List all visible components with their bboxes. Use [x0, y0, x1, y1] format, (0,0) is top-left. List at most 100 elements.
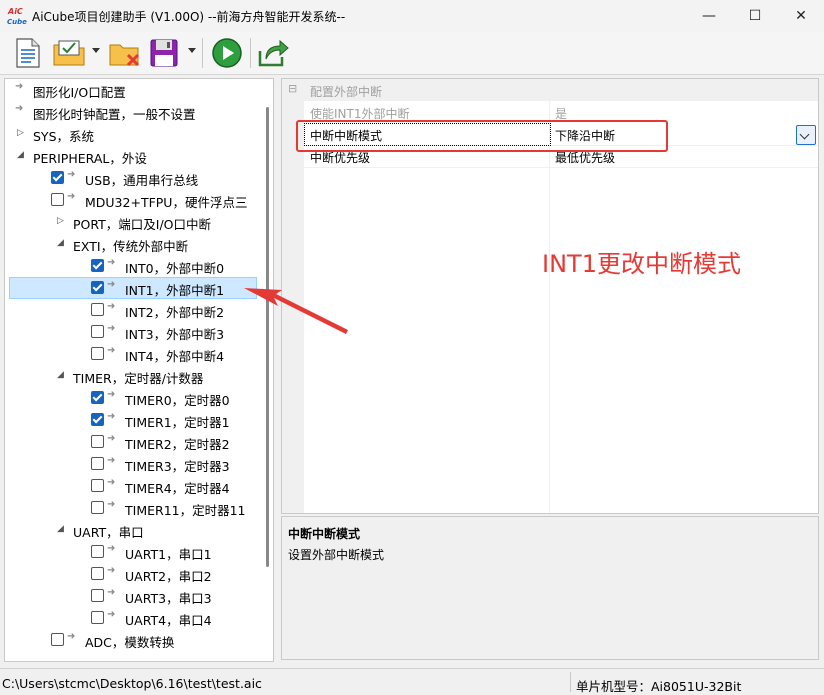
pin-arrow-icon: ➜: [15, 103, 24, 114]
tree-item[interactable]: ◢ TIMER，定时器/计数器: [5, 365, 257, 387]
tree-item[interactable]: ➜ UART1，串口1: [5, 541, 257, 563]
save-disk-icon[interactable]: [148, 37, 180, 69]
toolbar-separator: [202, 38, 203, 68]
property-description: 中断中断模式 设置外部中断模式: [281, 516, 819, 660]
tree-item[interactable]: ◢ UART，串口: [5, 519, 257, 541]
tree-item-label: INT0，外部中断0: [125, 261, 225, 276]
open-config-icon[interactable]: [52, 37, 86, 69]
tree-item[interactable]: ▷ SYS，系统: [5, 123, 257, 145]
tree-item[interactable]: ➜ INT4，外部中断4: [5, 343, 257, 365]
tree-checkbox[interactable]: [91, 391, 104, 404]
tree-checkbox[interactable]: [51, 171, 64, 184]
peripheral-tree[interactable]: ➜ ADC，模数转换 ➜ UART4，串口4 ➜ UART3，串口3 ➜ UART2，串口2 ➜…: [4, 78, 274, 662]
tree-item[interactable]: ➜ INT2，外部中断2: [5, 299, 257, 321]
tree-item-label: INT3，外部中断3: [125, 327, 225, 342]
tree-checkbox[interactable]: [51, 193, 64, 206]
dropdown-chevron-icon[interactable]: [796, 125, 816, 145]
tree-item-label: USB，通用串行总线: [85, 173, 199, 188]
tree-item[interactable]: ➜ TIMER1，定时器1: [5, 409, 257, 431]
tree-item[interactable]: ◢ PERIPHERAL，外设: [5, 145, 257, 167]
save-dropdown-arrow[interactable]: [188, 48, 196, 53]
description-title: 中断中断模式: [288, 527, 361, 541]
tree-item-label: INT2，外部中断2: [125, 305, 225, 320]
tree-item-label: TIMER4，定时器4: [125, 481, 230, 496]
tree-item[interactable]: ◢ EXTI，传统外部中断: [5, 233, 257, 255]
property-category[interactable]: ⊟ 配置外部中断: [282, 79, 818, 101]
pin-arrow-icon: ➜: [107, 455, 116, 466]
annotation-text: INT1更改中断模式: [542, 250, 741, 278]
highlight-box: [296, 120, 668, 152]
expand-right-icon[interactable]: ▷: [57, 216, 67, 226]
property-category-label: 配置外部中断: [310, 85, 383, 99]
tree-item[interactable]: ▷ PORT，端口及I/O口中断: [5, 211, 257, 233]
tree-item[interactable]: ➜ TIMER3，定时器3: [5, 453, 257, 475]
export-share-icon[interactable]: [256, 37, 290, 69]
tree-checkbox[interactable]: [91, 479, 104, 492]
tree-item[interactable]: ➜ UART4，串口4: [5, 607, 257, 629]
annotation-arrow-icon: [244, 288, 348, 334]
new-document-icon[interactable]: [12, 37, 42, 69]
pin-arrow-icon: ➜: [107, 543, 116, 554]
tree-item-label: EXTI，传统外部中断: [73, 239, 189, 254]
tree-checkbox[interactable]: [91, 545, 104, 558]
tree-item-label: SYS，系统: [33, 129, 95, 144]
pin-arrow-icon: ➜: [15, 81, 24, 92]
tree-checkbox[interactable]: [91, 567, 104, 580]
tree-checkbox[interactable]: [91, 501, 104, 514]
tree-item-label: PORT，端口及I/O口中断: [73, 217, 212, 232]
tree-item[interactable]: ➜ USB，通用串行总线: [5, 167, 257, 189]
tree-item[interactable]: ➜ 图形化时钟配置，一般不设置: [5, 101, 257, 123]
expand-down-icon[interactable]: ◢: [57, 524, 67, 534]
expand-down-icon[interactable]: ◢: [57, 238, 67, 248]
run-play-icon[interactable]: [210, 37, 244, 69]
collapse-icon[interactable]: ⊟: [288, 82, 297, 95]
title-bar: AiC Cube AiCube项目创建助手 (V1.00O) --前海方舟智能开…: [0, 0, 824, 32]
tree-item[interactable]: ➜ ADC，模数转换: [5, 629, 257, 651]
tree-scrollbar[interactable]: [263, 79, 273, 661]
tree-checkbox[interactable]: [91, 303, 104, 316]
tree-checkbox[interactable]: [91, 589, 104, 602]
toolbar: [0, 32, 824, 75]
tree-item[interactable]: ➜ INT3，外部中断3: [5, 321, 257, 343]
tree-item[interactable]: ➜ 图形化I/O口配置: [5, 79, 257, 101]
tree-item-label: UART1，串口1: [125, 547, 212, 562]
svg-text:Cube: Cube: [7, 18, 27, 26]
tree-item[interactable]: ➜ UART2，串口2: [5, 563, 257, 585]
maximize-button[interactable]: ☐: [732, 0, 778, 32]
tree-checkbox[interactable]: [91, 347, 104, 360]
tree-checkbox[interactable]: [91, 413, 104, 426]
status-file-path: C:\Users\stcmc\Desktop\6.16\test\test.ai…: [2, 676, 262, 691]
tree-checkbox[interactable]: [91, 281, 104, 294]
tree-item[interactable]: ➜ TIMER0，定时器0: [5, 387, 257, 409]
tree-item-label: UART2，串口2: [125, 569, 212, 584]
tree-item[interactable]: ➜ TIMER2，定时器2: [5, 431, 257, 453]
tree-item[interactable]: ➜ TIMER4，定时器4: [5, 475, 257, 497]
tree-checkbox[interactable]: [91, 611, 104, 624]
expand-right-icon[interactable]: ▷: [17, 128, 27, 138]
pin-arrow-icon: ➜: [107, 587, 116, 598]
pin-arrow-icon: ➜: [107, 609, 116, 620]
tree-checkbox[interactable]: [51, 633, 64, 646]
window-title: AiCube项目创建助手 (V1.00O) --前海方舟智能开发系统--: [32, 10, 346, 24]
tree-item[interactable]: ➜ TIMER11，定时器11: [5, 497, 257, 519]
pin-arrow-icon: ➜: [107, 433, 116, 444]
tree-item[interactable]: ➜ INT0，外部中断0: [5, 255, 257, 277]
minimize-button[interactable]: —: [686, 0, 732, 32]
pin-arrow-icon: ➜: [107, 301, 116, 312]
tree-checkbox[interactable]: [91, 435, 104, 448]
tree-item[interactable]: ➜ INT1，外部中断1: [5, 277, 257, 299]
expand-down-icon[interactable]: ◢: [57, 370, 67, 380]
pin-arrow-icon: ➜: [107, 257, 116, 268]
toolbar-separator: [250, 38, 251, 68]
tree-checkbox[interactable]: [91, 259, 104, 272]
tree-item[interactable]: ➜ UART3，串口3: [5, 585, 257, 607]
tree-checkbox[interactable]: [91, 457, 104, 470]
tree-item-label: 图形化I/O口配置: [33, 85, 126, 100]
tree-item[interactable]: ➜ MDU32+TFPU，硬件浮点三: [5, 189, 257, 211]
open-dropdown-arrow[interactable]: [92, 48, 100, 53]
tree-checkbox[interactable]: [91, 325, 104, 338]
close-button[interactable]: ✕: [778, 0, 824, 32]
expand-down-icon[interactable]: ◢: [17, 150, 27, 160]
tree-item-label: UART4，串口4: [125, 613, 212, 628]
close-folder-icon[interactable]: [108, 37, 142, 69]
